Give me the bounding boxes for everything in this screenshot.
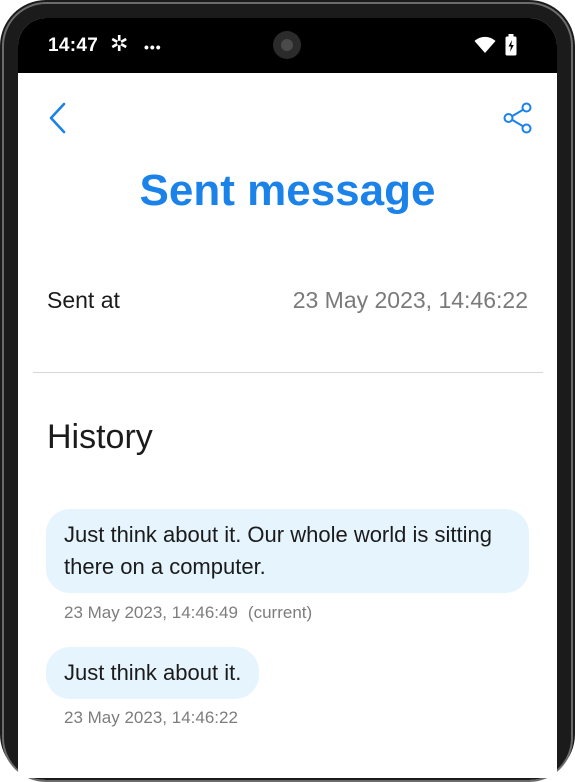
sent-at-label: Sent at [47, 287, 120, 313]
share-button[interactable] [498, 98, 538, 138]
battery-icon [505, 34, 517, 56]
share-icon [503, 102, 532, 134]
status-time: 14:47 [48, 35, 99, 56]
current-version-label: (current) [247, 603, 313, 622]
more-notifications-icon: ••• [144, 39, 162, 55]
notification-icon: ✲ [110, 31, 129, 56]
timestamp-text: 23 May 2023, 14:46:22 [64, 708, 238, 727]
wifi-icon [474, 36, 496, 53]
front-camera [273, 31, 301, 59]
page-title: Sent message [139, 166, 436, 215]
app-content: Sent message Sent at 23 May 2023, 14:46:… [18, 73, 557, 778]
timestamp-text: 23 May 2023, 14:46:49 [64, 603, 238, 622]
history-message-bubble: Just think about it. Our whole world is … [46, 509, 529, 593]
screen: 14:47 ✲ ••• Sent message Sent at 23 May … [18, 18, 557, 778]
history-message-timestamp: 23 May 2023, 14:46:22 [64, 708, 238, 728]
history-message-timestamp: 23 May 2023, 14:46:49 (current) [64, 603, 312, 623]
phone-frame: 14:47 ✲ ••• Sent message Sent at 23 May … [0, 0, 575, 782]
history-message-bubble: Just think about it. [46, 647, 260, 699]
sent-at-value: 23 May 2023, 14:46:22 [292, 287, 528, 313]
status-bar: 14:47 ✲ ••• [18, 18, 557, 73]
chevron-left-icon [49, 102, 66, 134]
divider [33, 372, 543, 373]
history-heading: History [47, 418, 153, 456]
back-button[interactable] [38, 98, 78, 138]
